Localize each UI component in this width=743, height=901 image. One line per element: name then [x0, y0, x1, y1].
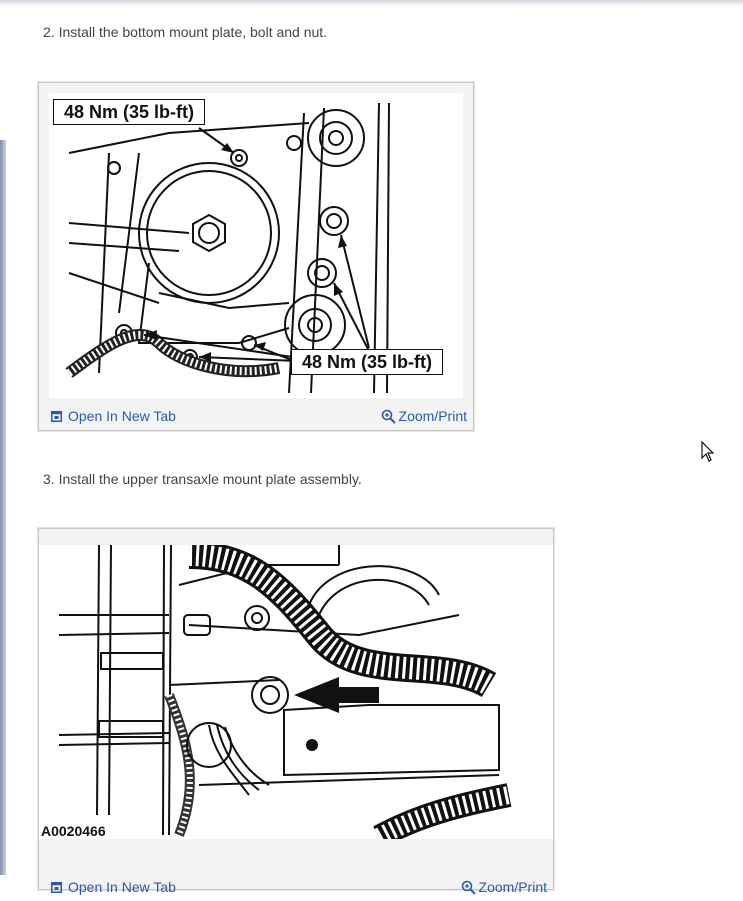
figure-step-2: 48 Nm (35 lb-ft) 48 Nm (35 lb-ft) Open I… — [38, 82, 474, 431]
upper-mount-illustration — [58, 545, 512, 839]
torque-callout-bottom: 48 Nm (35 lb-ft) — [291, 349, 444, 375]
open-new-tab-label: Open In New Tab — [68, 408, 176, 424]
figure-2-toolbar: Open In New Tab Zoom/Print — [39, 402, 473, 430]
zoom-print-link[interactable]: Zoom/Print — [461, 879, 547, 895]
step-3-text: 3. Install the upper transaxle mount pla… — [43, 471, 362, 487]
zoom-icon — [461, 880, 476, 895]
open-new-tab-label: Open In New Tab — [68, 879, 176, 895]
left-scroll-edge — [0, 140, 6, 875]
zoom-print-link[interactable]: Zoom/Print — [381, 408, 467, 424]
upper-mount-diagram: A0020466 — [39, 545, 553, 839]
zoom-icon — [381, 409, 396, 424]
top-shadow — [0, 0, 743, 6]
open-new-tab-link[interactable]: Open In New Tab — [51, 408, 176, 424]
step-2-text: 2. Install the bottom mount plate, bolt … — [43, 24, 328, 40]
zoom-print-label: Zoom/Print — [398, 408, 467, 424]
figure-id: A0020466 — [41, 823, 106, 839]
figure-step-3: A0020466 Open In New Tab Zoom/Print — [38, 528, 554, 895]
mouse-cursor-icon — [701, 441, 715, 462]
open-new-tab-icon — [51, 881, 62, 893]
torque-callout-top: 48 Nm (35 lb-ft) — [53, 99, 206, 125]
figure-3-toolbar: Open In New Tab Zoom/Print — [39, 873, 553, 901]
mount-plate-diagram: 48 Nm (35 lb-ft) 48 Nm (35 lb-ft) — [49, 93, 463, 398]
zoom-print-label: Zoom/Print — [478, 879, 547, 895]
open-new-tab-icon — [51, 410, 62, 422]
open-new-tab-link[interactable]: Open In New Tab — [51, 879, 176, 895]
